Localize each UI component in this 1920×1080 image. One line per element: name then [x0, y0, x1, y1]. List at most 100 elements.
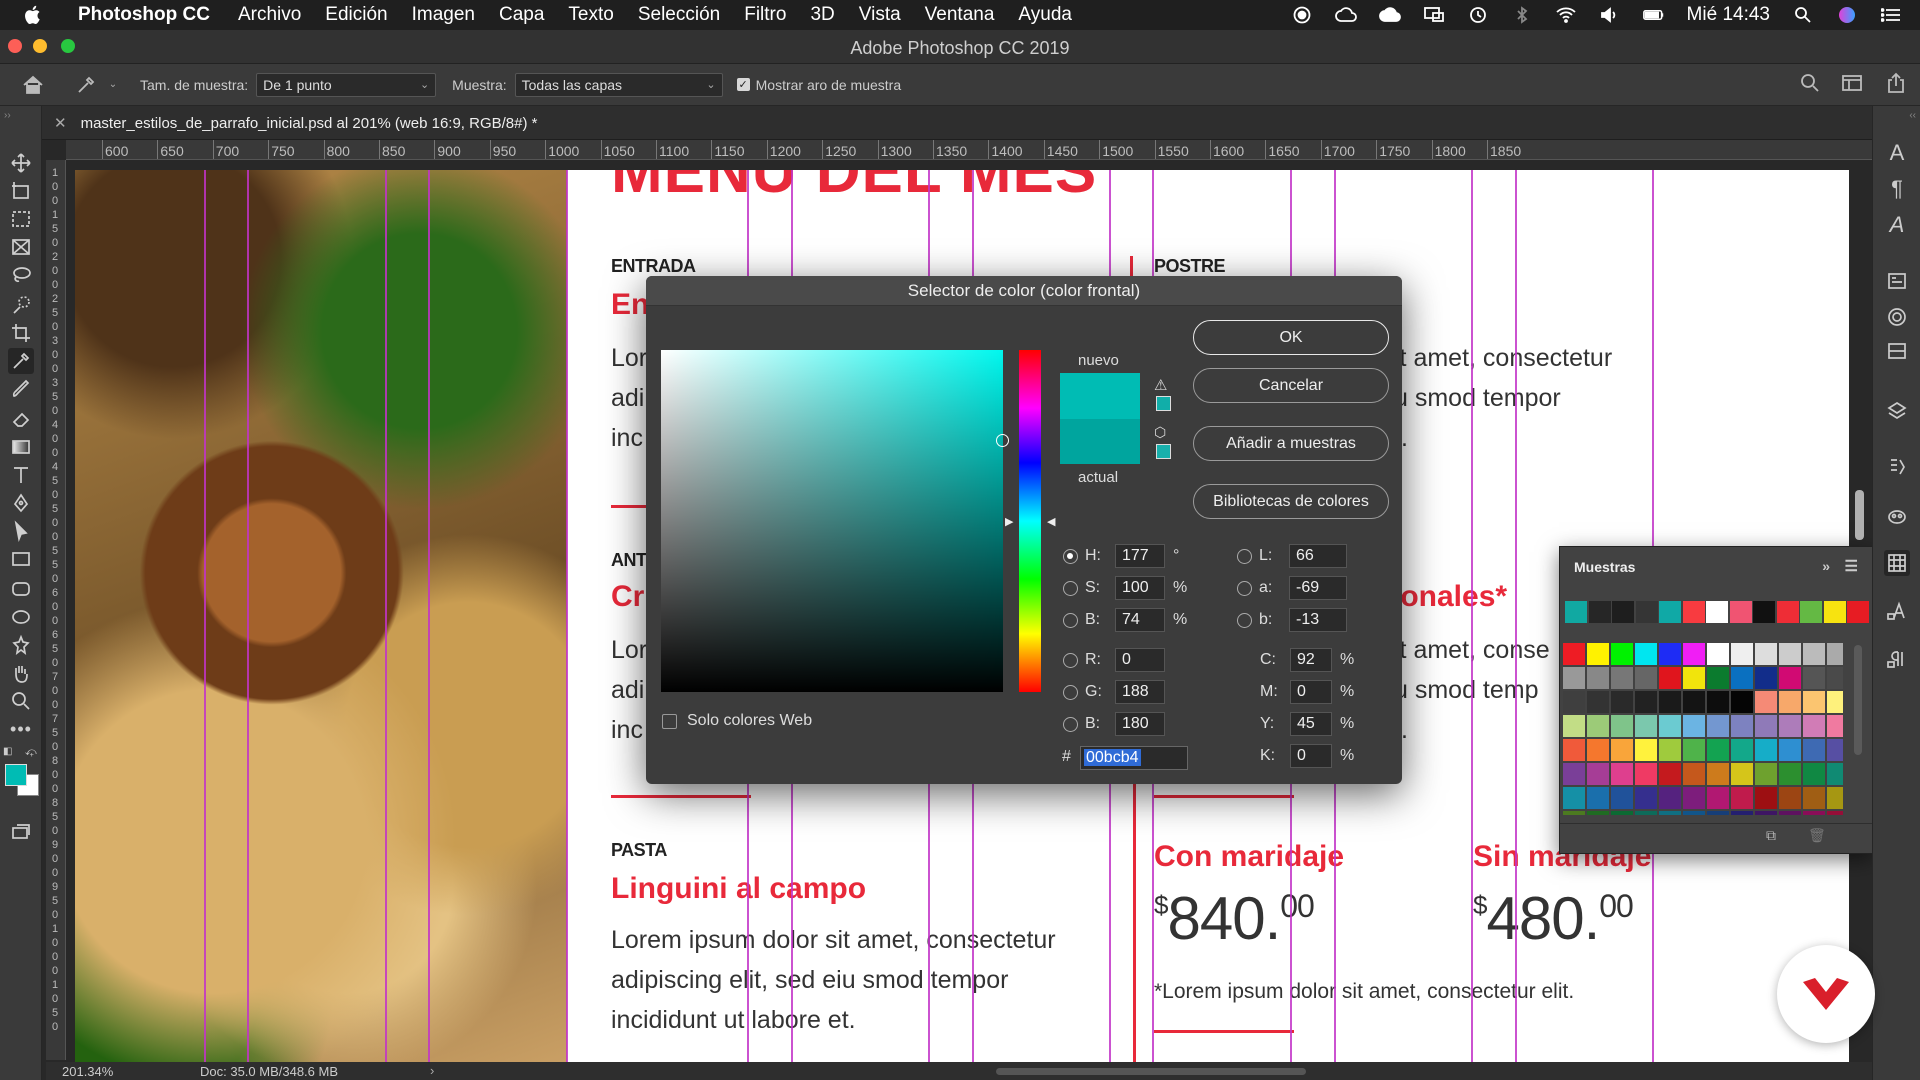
adjustments-panel-icon[interactable] [1884, 338, 1910, 364]
swatch[interactable] [1731, 787, 1753, 809]
web-safe-color-swatch[interactable] [1156, 444, 1171, 459]
swatch[interactable] [1827, 787, 1843, 809]
hue-slider[interactable] [1019, 350, 1041, 692]
swatch[interactable] [1779, 787, 1801, 809]
swatch[interactable] [1827, 739, 1843, 761]
paragraph-panel-icon[interactable]: ¶ [1884, 176, 1910, 202]
swatch[interactable] [1563, 691, 1585, 713]
frame-tool-icon[interactable] [8, 234, 34, 260]
character-panel-icon[interactable]: A [1884, 140, 1910, 166]
menu-archivo[interactable]: Archivo [226, 4, 313, 26]
zoom-tool-icon[interactable] [8, 688, 34, 714]
add-to-swatches-button[interactable]: Añadir a muestras [1193, 426, 1389, 461]
tool-preset-chevron-icon[interactable]: ⌄ [106, 79, 120, 90]
swatch[interactable] [1755, 691, 1777, 713]
swatch[interactable] [1755, 787, 1777, 809]
swatch[interactable] [1803, 667, 1825, 689]
swatch[interactable] [1563, 763, 1585, 785]
cyan-field[interactable]: 92 [1290, 648, 1332, 672]
swatch[interactable] [1683, 811, 1705, 815]
guide-line[interactable] [1515, 170, 1517, 1065]
pen-tool-icon[interactable] [8, 490, 34, 516]
web-colors-only-option[interactable]: Solo colores Web [662, 712, 812, 730]
color-picker-title[interactable]: Selector de color (color frontal) [646, 276, 1402, 306]
swatch[interactable] [1659, 739, 1681, 761]
swatch[interactable] [1779, 739, 1801, 761]
swatch[interactable] [1635, 667, 1657, 689]
apple-icon[interactable] [0, 4, 66, 26]
swatch[interactable] [1683, 643, 1705, 665]
record-icon[interactable] [1291, 6, 1313, 24]
path-selection-tool-icon[interactable] [8, 518, 34, 544]
lab-a-field[interactable]: -69 [1289, 576, 1347, 600]
custom-shape-tool-icon[interactable] [8, 632, 34, 658]
swatches-scrollbar[interactable] [1854, 645, 1862, 755]
swatch[interactable] [1635, 787, 1657, 809]
menu-edicion[interactable]: Edición [313, 4, 399, 26]
swatch[interactable] [1635, 691, 1657, 713]
color-libraries-button[interactable]: Bibliotecas de colores [1193, 484, 1389, 519]
swatch[interactable] [1707, 811, 1729, 815]
swatch[interactable] [1827, 667, 1843, 689]
swatch[interactable] [1731, 691, 1753, 713]
swatch[interactable] [1563, 811, 1585, 815]
bluetooth-icon[interactable] [1511, 6, 1533, 24]
quick-selection-tool-icon[interactable] [8, 292, 34, 318]
recent-swatch[interactable] [1612, 601, 1634, 623]
properties-panel-icon[interactable] [1884, 268, 1910, 294]
rectangle-tool-icon[interactable] [8, 546, 34, 572]
glyphs-panel-icon[interactable]: A [1884, 212, 1910, 238]
lab-b-field[interactable]: -13 [1289, 608, 1347, 632]
lab-l-radio[interactable] [1237, 548, 1252, 564]
green-field[interactable]: 188 [1115, 680, 1165, 704]
notification-center-icon[interactable] [1880, 7, 1902, 23]
display-icon[interactable] [1423, 7, 1445, 23]
eyedropper-tool-icon[interactable] [8, 348, 34, 374]
horizontal-scrollbar[interactable] [996, 1068, 1306, 1075]
document-tab[interactable]: ✕ master_estilos_de_parrafo_inicial.psd … [54, 106, 538, 140]
swatch[interactable] [1779, 811, 1801, 815]
artboard-tool-icon[interactable] [8, 178, 34, 204]
search-icon[interactable] [1800, 73, 1820, 93]
recent-swatch[interactable] [1682, 601, 1705, 623]
current-color-swatch[interactable] [1060, 419, 1140, 464]
gradient-tool-icon[interactable] [8, 434, 34, 460]
swatch[interactable] [1803, 787, 1825, 809]
sample-select[interactable]: Todas las capas ⌄ [514, 72, 723, 97]
swatch[interactable] [1731, 811, 1753, 815]
styles-panel-icon[interactable] [1884, 504, 1910, 530]
swatch[interactable] [1611, 715, 1633, 737]
swatch[interactable] [1611, 787, 1633, 809]
eraser-tool-icon[interactable] [8, 406, 34, 432]
swatch[interactable] [1683, 739, 1705, 761]
swatches-panel-header[interactable]: Muestras » ☰ [1560, 547, 1872, 587]
color-field-cursor[interactable] [996, 434, 1009, 447]
swatch[interactable] [1563, 739, 1585, 761]
swatch[interactable] [1755, 739, 1777, 761]
lab-a-radio[interactable] [1237, 580, 1252, 596]
swatch[interactable] [1587, 715, 1609, 737]
swatch[interactable] [1683, 787, 1705, 809]
menu-app-name[interactable]: Photoshop CC [66, 4, 226, 26]
black-field[interactable]: 0 [1290, 744, 1332, 768]
swatch[interactable] [1731, 667, 1753, 689]
swatch[interactable] [1827, 691, 1843, 713]
swatch[interactable] [1587, 763, 1609, 785]
swatch[interactable] [1659, 811, 1681, 815]
eyedropper-tool-icon[interactable] [66, 74, 106, 96]
yellow-field[interactable]: 45 [1290, 712, 1332, 736]
menu-ventana[interactable]: Ventana [913, 4, 1007, 26]
share-icon[interactable] [1886, 72, 1906, 94]
trash-icon[interactable]: 🗑 [1808, 827, 1826, 844]
cloud-icon[interactable] [1378, 7, 1401, 23]
swatch[interactable] [1779, 691, 1801, 713]
swatch[interactable] [1803, 811, 1825, 815]
swatch[interactable] [1683, 691, 1705, 713]
vertical-ruler[interactable]: 1 0 0 1 5 0 2 0 0 2 5 0 3 0 0 3 5 0 4 0 0 4 5 0 5 0 0 5 5 0 6 0 0 6 5 0 7 0 0 7… [46, 160, 66, 1060]
ellipse-tool-icon[interactable] [8, 604, 34, 630]
swatch[interactable] [1707, 763, 1729, 785]
ok-button[interactable]: OK [1193, 320, 1389, 355]
magenta-field[interactable]: 0 [1290, 680, 1332, 704]
swatch[interactable] [1707, 787, 1729, 809]
hue-slider-left-arrow[interactable]: ▶ [1005, 515, 1013, 528]
